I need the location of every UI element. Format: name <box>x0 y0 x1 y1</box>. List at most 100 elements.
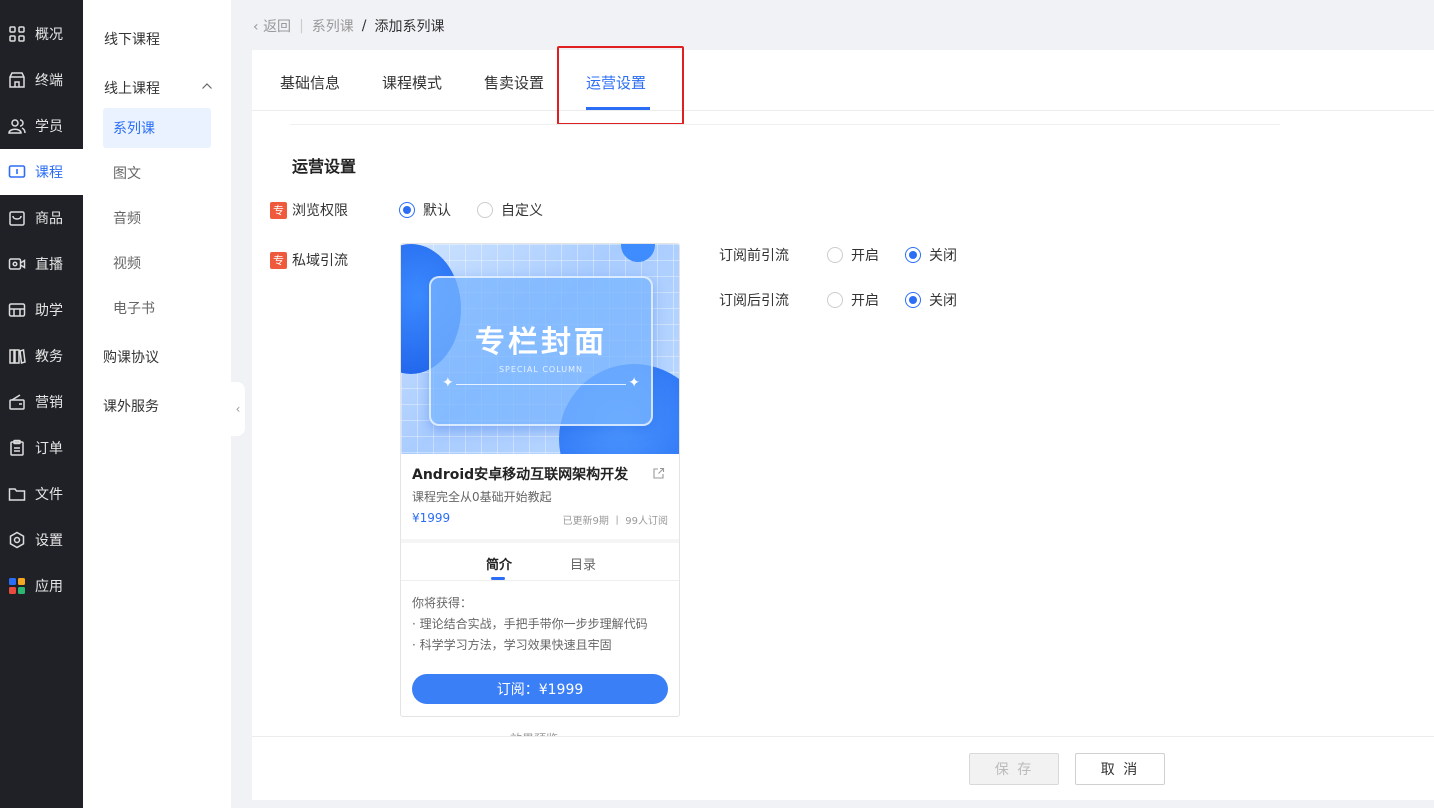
radio-after-on[interactable]: 开启 <box>827 290 879 310</box>
nav-label: 订单 <box>35 441 63 457</box>
nav-item-overview[interactable]: 概况 <box>0 11 83 57</box>
sub-item-audio[interactable]: 音频 <box>103 198 211 238</box>
tab-sale-settings[interactable]: 售卖设置 <box>484 72 544 93</box>
breadcrumb-current: 添加系列课 <box>374 19 445 35</box>
grid-icon <box>8 25 26 43</box>
radio-before-off[interactable]: 关闭 <box>905 245 957 265</box>
nav-label: 概况 <box>35 27 63 43</box>
radio-label: 开启 <box>851 248 879 264</box>
radio-circle[interactable] <box>827 247 843 263</box>
after-subscribe-radios: 开启 关闭 <box>827 290 983 310</box>
before-subscribe-radios: 开启 关闭 <box>827 245 983 265</box>
divider <box>290 124 1280 125</box>
cancel-button[interactable]: 取 消 <box>1075 753 1165 785</box>
nav-item-goods[interactable]: 商品 <box>0 195 83 241</box>
gear-icon <box>8 531 26 549</box>
nav-label: 文件 <box>35 487 63 503</box>
gift-icon <box>8 393 26 411</box>
preview-tab-intro[interactable]: 简介 <box>486 554 512 573</box>
nav-item-settings[interactable]: 设置 <box>0 517 83 563</box>
course-price: ¥1999 <box>412 511 451 525</box>
radio-circle[interactable] <box>477 202 493 218</box>
sub-item-offline[interactable]: 线下课程 <box>104 29 160 49</box>
tab-course-mode[interactable]: 课程模式 <box>382 72 442 93</box>
before-subscribe-label: 订阅前引流 <box>719 248 789 264</box>
nav-label: 设置 <box>35 533 63 549</box>
private-traffic-label: 专 私域引流 <box>270 250 348 270</box>
chevron-up-icon[interactable] <box>201 80 213 92</box>
private-label-text: 私域引流 <box>292 253 348 269</box>
section-title: 运营设置 <box>292 157 357 176</box>
preview-tab-catalog[interactable]: 目录 <box>570 554 596 573</box>
course-title: Android安卓移动互联网架构开发 <box>412 467 629 483</box>
nav-item-students[interactable]: 学员 <box>0 103 83 149</box>
nav-item-orders[interactable]: 订单 <box>0 425 83 471</box>
radio-label: 默认 <box>423 203 451 219</box>
subscribe-button[interactable]: 订阅：¥1999 <box>412 674 668 704</box>
radio-label: 关闭 <box>929 293 957 309</box>
radio-after-off[interactable]: 关闭 <box>905 290 957 310</box>
sparkle-line <box>442 375 640 391</box>
breadcrumb-parent[interactable]: 系列课 <box>312 16 354 36</box>
nav-item-marketing[interactable]: 营销 <box>0 379 83 425</box>
radio-before-on[interactable]: 开启 <box>827 245 879 265</box>
breadcrumb: ‹ 返回 | 系列课 / 添加系列课 <box>253 16 445 36</box>
radio-custom[interactable]: 自定义 <box>477 200 543 220</box>
course-description: 课程完全从0基础开始教起 <box>412 490 552 504</box>
radio-default[interactable]: 默认 <box>399 200 451 220</box>
nav-label: 应用 <box>35 579 63 595</box>
save-button[interactable]: 保 存 <box>969 753 1059 785</box>
nav-item-live[interactable]: 直播 <box>0 241 83 287</box>
footer-divider <box>252 736 1434 737</box>
sub-item-extra[interactable]: 课外服务 <box>103 396 159 416</box>
preview-card: 专栏封面 SPECIAL COLUMN Android安卓移动互联网架构开发 课… <box>400 243 680 717</box>
nav-label: 助学 <box>35 303 63 319</box>
nav-label: 课程 <box>35 165 63 181</box>
live-icon <box>8 255 26 273</box>
pro-badge: 专 <box>270 251 287 269</box>
gain-item: · 科学学习方法，学习效果快速且牢固 <box>412 638 612 652</box>
breadcrumb-slash: / <box>361 18 367 34</box>
chevron-left-icon: ‹ <box>253 19 264 35</box>
radio-circle[interactable] <box>827 292 843 308</box>
breadcrumb-divider: | <box>299 18 304 34</box>
nav-item-apps[interactable]: 应用 <box>0 563 83 609</box>
nav-item-files[interactable]: 文件 <box>0 471 83 517</box>
sub-item-agreement[interactable]: 购课协议 <box>103 347 159 367</box>
chevron-left-icon: ‹ <box>235 402 241 416</box>
folder-icon <box>8 485 26 503</box>
collapse-sidebar-button[interactable]: ‹ <box>231 382 245 436</box>
books-icon <box>8 347 26 365</box>
store-icon <box>8 71 26 89</box>
nav-item-terminal[interactable]: 终端 <box>0 57 83 103</box>
nav-item-academic[interactable]: 教务 <box>0 333 83 379</box>
users-icon <box>8 117 26 135</box>
back-label: 返回 <box>263 19 292 35</box>
main-panel: 基础信息 课程模式 售卖设置 运营设置 运营设置 专 浏览权限 默认 自定义 专… <box>252 46 1434 800</box>
sub-item-series[interactable]: 系列课 <box>103 108 211 148</box>
sub-item-video[interactable]: 视频 <box>103 243 211 283</box>
nav-label: 商品 <box>35 211 63 227</box>
sub-item-online[interactable]: 线上课程 <box>104 78 160 98</box>
sub-item-ebook[interactable]: 电子书 <box>103 288 211 328</box>
radio-circle[interactable] <box>399 202 415 218</box>
back-link[interactable]: ‹ 返回 <box>253 16 291 36</box>
after-subscribe-label: 订阅后引流 <box>719 293 789 309</box>
nav-item-course[interactable]: 课程 <box>0 149 83 195</box>
cover-subtitle: SPECIAL COLUMN <box>498 365 584 374</box>
gain-title: 你将获得： <box>412 596 473 610</box>
nav-item-assist[interactable]: 助学 <box>0 287 83 333</box>
sub-item-article[interactable]: 图文 <box>103 153 211 193</box>
browse-label-text: 浏览权限 <box>292 203 348 219</box>
assist-icon <box>8 301 26 319</box>
tab-basic-info[interactable]: 基础信息 <box>280 72 340 93</box>
course-icon <box>8 163 26 181</box>
pro-badge: 专 <box>270 201 287 219</box>
clipboard-icon <box>8 439 26 457</box>
share-icon[interactable] <box>652 467 665 480</box>
cover-glass-panel: 专栏封面 SPECIAL COLUMN <box>429 276 653 426</box>
main-nav: 概况 终端 学员 课程 商品 直播 助学 教务 营销 订单 文件 设置 应用 <box>0 0 83 808</box>
radio-circle[interactable] <box>905 292 921 308</box>
highlight-annotation-box <box>557 46 684 125</box>
radio-circle[interactable] <box>905 247 921 263</box>
